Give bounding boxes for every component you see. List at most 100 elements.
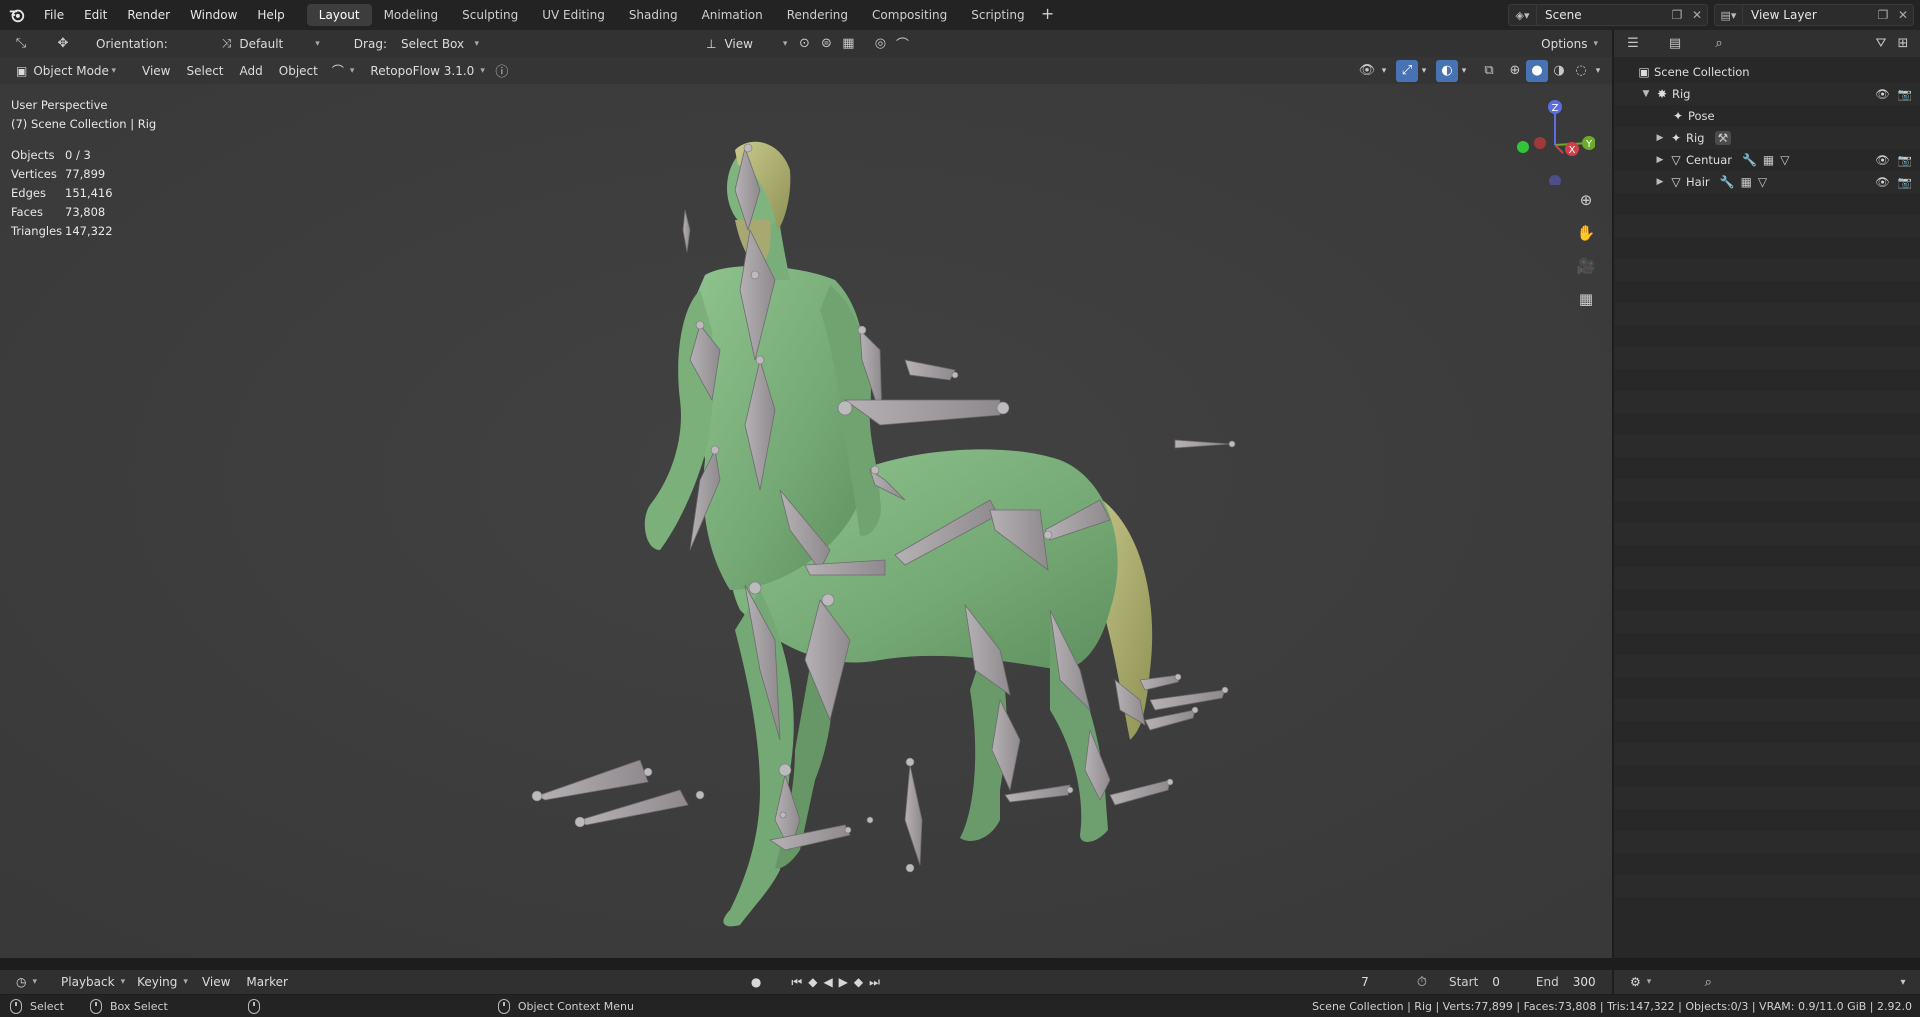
current-frame-field[interactable]: 7 (1335, 972, 1395, 992)
menu-window[interactable]: Window (180, 0, 247, 30)
editor-type-icon[interactable]: ☰ (1622, 33, 1644, 55)
rendered-shading-icon[interactable]: ◌ (1570, 60, 1592, 82)
options-dropdown[interactable]: Options ▾ (1535, 33, 1604, 55)
solid-shading-icon[interactable]: ● (1526, 59, 1548, 82)
wireframe-shading-icon[interactable]: ⊕ (1504, 60, 1526, 82)
tab-uv-editing[interactable]: UV Editing (530, 4, 617, 26)
ortho-grid-icon[interactable]: ▦ (1573, 286, 1599, 312)
tab-shading[interactable]: Shading (617, 4, 690, 26)
expand-arrow-icon[interactable]: ▼ (1640, 89, 1652, 99)
wrench-icon[interactable]: 🔧 (1720, 175, 1735, 189)
start-frame-field[interactable]: Start 0 (1441, 972, 1508, 992)
filter-icon[interactable]: ⛛ (1870, 33, 1892, 55)
tree-row-rig-data[interactable]: ▶ ✦ Rig ⚒ (1614, 127, 1920, 149)
material-shading-icon[interactable]: ◑ (1548, 60, 1570, 82)
expand-arrow-icon[interactable]: ▶ (1654, 177, 1666, 187)
menu-file[interactable]: File (34, 0, 74, 30)
menu-view[interactable]: View (134, 60, 178, 82)
neg-x-axis-handle[interactable] (1534, 137, 1546, 149)
copy-view-layer-icon[interactable]: ❐ (1873, 8, 1893, 22)
armature-modifier-icon[interactable]: ⚒ (1714, 131, 1732, 145)
curve-dropdown[interactable]: ⌒ ▾ (326, 60, 361, 82)
view-layer-name[interactable]: View Layer (1743, 8, 1873, 22)
timeline-view-menu[interactable]: View (194, 971, 238, 993)
play-icon[interactable]: ▶ (839, 975, 848, 989)
menu-select[interactable]: Select (178, 60, 231, 82)
new-collection-icon[interactable]: ⊞ (1892, 33, 1914, 55)
tab-sculpting[interactable]: Sculpting (450, 4, 530, 26)
drag-dropdown[interactable]: Select Box ▾ (395, 33, 485, 55)
jump-end-icon[interactable]: ⏭ (869, 975, 880, 990)
camera-view-icon[interactable]: 🎥 (1573, 253, 1599, 279)
tree-row-hair[interactable]: ▶ ▽ Hair 🔧 ▦ ▽ 👁 📷 (1614, 171, 1920, 193)
help-icon[interactable]: ⓘ (491, 60, 513, 82)
pan-hand-icon[interactable]: ✋ (1573, 220, 1599, 246)
camera-render-icon[interactable]: 📷 (1898, 87, 1912, 101)
neg-y-axis-handle[interactable] (1517, 141, 1529, 153)
scene-selector[interactable]: ◈▾ Scene ❐ ✕ (1508, 4, 1708, 26)
prev-keyframe-icon[interactable]: ◆ (808, 975, 817, 989)
end-frame-field[interactable]: End 300 (1528, 972, 1604, 992)
zoom-icon[interactable]: ⊕ (1573, 187, 1599, 213)
chevron-down-icon[interactable]: ▾ (1418, 60, 1430, 82)
play-reverse-icon[interactable]: ◀ (823, 975, 832, 989)
playback-menu[interactable]: Playback ▾ (55, 971, 131, 993)
menu-edit[interactable]: Edit (74, 0, 117, 30)
tree-row-scene-collection[interactable]: ▣ Scene Collection (1614, 61, 1920, 83)
stopwatch-icon[interactable]: ⏱ (1411, 971, 1433, 993)
chevron-down-icon[interactable]: ▾ (1458, 60, 1470, 82)
eye-icon[interactable]: 👁 (1875, 175, 1890, 189)
view-layer-selector[interactable]: ▤▾ View Layer ❐ ✕ (1714, 4, 1914, 26)
add-workspace-button[interactable]: + (1037, 4, 1059, 26)
tree-row-centuar[interactable]: ▶ ▽ Centuar 🔧 ▦ ▽ 👁 📷 (1614, 149, 1920, 171)
next-keyframe-icon[interactable]: ◆ (854, 975, 863, 989)
camera-render-icon[interactable]: 📷 (1898, 175, 1912, 189)
editor-type-dropdown[interactable]: ◷ ▾ (10, 971, 43, 993)
expand-arrow-icon[interactable]: ▶ (1654, 155, 1666, 165)
chevron-down-icon[interactable]: ▾ (1378, 60, 1390, 82)
menu-add[interactable]: Add (232, 60, 271, 82)
viewport-scene[interactable] (0, 84, 1612, 958)
editor-type-dropdown[interactable]: ⚙ ▾ (1624, 971, 1657, 993)
vertex-groups-icon[interactable]: ▦ (1741, 175, 1752, 189)
copy-scene-icon[interactable]: ❐ (1667, 8, 1687, 22)
tool-icon[interactable]: ⤡ (10, 33, 32, 55)
xray-toggle-icon[interactable]: ⧉ (1478, 60, 1500, 82)
wrench-icon[interactable]: 🔧 (1742, 153, 1757, 167)
tree-row-rig[interactable]: ▼ ✸ Rig 👁 📷 (1614, 83, 1920, 105)
keying-menu[interactable]: Keying ▾ (131, 971, 194, 993)
expand-arrow-icon[interactable]: ▶ (1654, 133, 1666, 143)
transform-orientation-dropdown[interactable]: ⊥ View ▾ (700, 33, 793, 55)
blender-logo-icon[interactable] (0, 0, 34, 30)
move-tool-icon[interactable]: ✥ (52, 33, 74, 55)
tab-rendering[interactable]: Rendering (775, 4, 860, 26)
falloff-icon[interactable]: ⌒ (891, 33, 913, 55)
chevron-down-icon[interactable]: ▾ (1892, 971, 1914, 993)
tab-modeling[interactable]: Modeling (372, 4, 451, 26)
orientation-dropdown[interactable]: ⤨ Default ▾ (216, 33, 326, 55)
gizmo-toggle-icon[interactable]: ⤢ (1396, 59, 1418, 82)
display-mode-icon[interactable]: ▤ (1664, 33, 1686, 55)
eye-icon[interactable]: 👁 (1875, 87, 1890, 101)
remove-view-layer-icon[interactable]: ✕ (1893, 8, 1913, 22)
tab-layout[interactable]: Layout (306, 4, 372, 26)
pivot-icon[interactable]: ⊙ (793, 33, 815, 55)
scene-name[interactable]: Scene (1537, 8, 1667, 22)
search-icon[interactable]: ⌕ (1697, 971, 1719, 993)
tab-scripting[interactable]: Scripting (959, 4, 1036, 26)
remove-scene-icon[interactable]: ✕ (1687, 8, 1707, 22)
overlay-toggle-icon[interactable]: ◐ (1436, 59, 1458, 82)
snap-grid-icon[interactable]: ▦ (837, 33, 859, 55)
navigation-gizmo[interactable]: Z Y X (1505, 95, 1595, 185)
eye-icon[interactable]: 👁 (1875, 153, 1890, 167)
mesh-data-icon[interactable]: ▽ (1758, 175, 1767, 189)
menu-render[interactable]: Render (117, 0, 180, 30)
mode-dropdown[interactable]: ▣ Object Mode ▾ (10, 60, 122, 82)
record-icon[interactable]: ● (751, 975, 761, 989)
3d-viewport[interactable]: ⤡ ✥ Orientation: ⤨ Default ▾ Drag: Selec… (0, 30, 1612, 958)
snap-toggle-icon[interactable]: ⊜ (815, 33, 837, 55)
visibility-icon[interactable]: 👁 (1356, 60, 1378, 82)
tab-animation[interactable]: Animation (690, 4, 775, 26)
vertex-groups-icon[interactable]: ▦ (1763, 153, 1774, 167)
search-icon[interactable]: ⌕ (1708, 33, 1730, 55)
